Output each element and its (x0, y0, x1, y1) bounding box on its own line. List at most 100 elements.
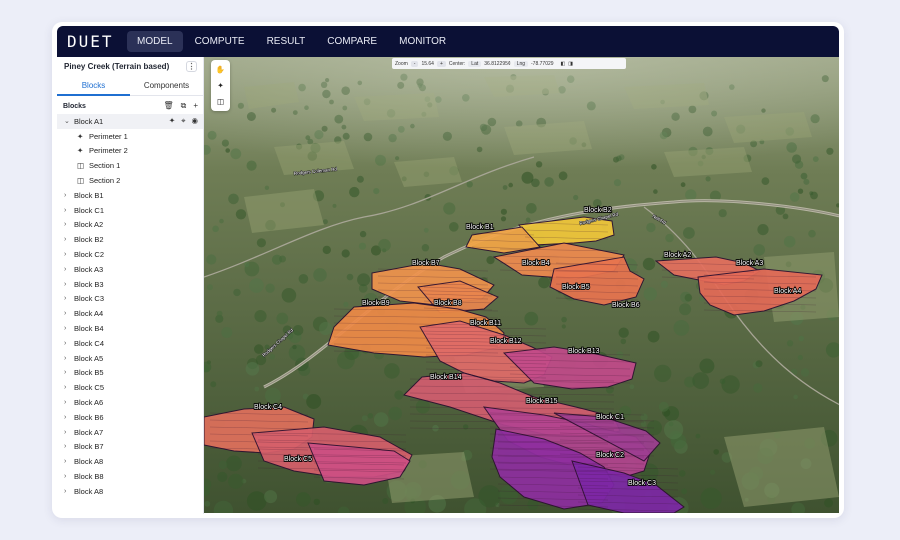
chevron-right-icon[interactable]: › (64, 207, 74, 214)
chevron-right-icon[interactable]: › (64, 266, 74, 273)
perimeter-icon: ✦ (77, 131, 84, 141)
tree-item-label: Block C2 (74, 250, 105, 260)
tree-item-label: Block C5 (74, 383, 105, 393)
tree-item-block[interactable]: › Block B8 (57, 469, 203, 484)
tree-child-section-2[interactable]: ◫ Section 2 (57, 173, 203, 188)
chevron-right-icon[interactable]: › (64, 355, 74, 362)
chevron-down-icon[interactable]: ⌄ (64, 117, 74, 125)
chevron-right-icon[interactable]: › (64, 429, 74, 436)
chevron-right-icon[interactable]: › (64, 251, 74, 258)
chevron-right-icon[interactable]: › (64, 295, 74, 302)
main-nav: MODEL COMPUTE RESULT COMPARE MONITOR (127, 31, 456, 52)
split-view-icon[interactable]: ◧ (561, 61, 566, 67)
blocks-header-label: Blocks (63, 102, 86, 110)
tree-item-block[interactable]: › Block A8 (57, 454, 203, 469)
nav-result[interactable]: RESULT (257, 31, 316, 52)
zoom-label: Zoom (395, 60, 408, 67)
zoom-value: 15.64 (421, 60, 434, 67)
kebab-menu-icon[interactable]: ⋮ (186, 60, 197, 72)
tree-item-block[interactable]: › Block A2 (57, 218, 203, 233)
chevron-right-icon[interactable]: › (64, 310, 74, 317)
chevron-right-icon[interactable]: › (64, 192, 74, 199)
tree-item-block[interactable]: › Block B6 (57, 410, 203, 425)
layer-toggle-icon[interactable]: ◨ (568, 61, 573, 67)
tree-item-block[interactable]: › Block A3 (57, 262, 203, 277)
tree-child-perimeter-2[interactable]: ✦ Perimeter 2 (57, 144, 203, 159)
tree-child-section-1[interactable]: ◫ Section 1 (57, 158, 203, 173)
lat-value[interactable]: 36.812295¢ (484, 61, 510, 67)
center-label: Center: (448, 60, 466, 67)
block-map-label: Block B15 (526, 398, 558, 405)
tree-item-block[interactable]: › Block B7 (57, 440, 203, 455)
chevron-right-icon[interactable]: › (64, 236, 74, 243)
grid-icon[interactable]: ◫ (217, 97, 224, 106)
copy-icon[interactable]: ⧉ (181, 101, 187, 111)
duet-logo: DUET (67, 32, 114, 51)
tree-item-block[interactable]: › Block A8 (57, 484, 203, 499)
chevron-right-icon[interactable]: › (64, 340, 74, 347)
lng-value[interactable]: -78.77029 (531, 61, 554, 67)
chevron-right-icon[interactable]: › (64, 414, 74, 421)
eye-icon[interactable]: ◉ (191, 116, 198, 126)
chevron-right-icon[interactable]: › (64, 325, 74, 332)
nav-model[interactable]: MODEL (127, 31, 183, 52)
tree-item-label: Block B7 (74, 442, 104, 452)
tree-item-block[interactable]: › Block B3 (57, 277, 203, 292)
block-map-label: Block B13 (568, 348, 600, 355)
tree-item-block[interactable]: › Block A5 (57, 351, 203, 366)
tree-item-block[interactable]: › Block A6 (57, 395, 203, 410)
trash-icon[interactable]: 🗑 (163, 101, 173, 111)
tree-item-block[interactable]: › Block C4 (57, 336, 203, 351)
tree-item-block[interactable]: › Block C1 (57, 203, 203, 218)
plus-icon[interactable]: + (193, 101, 198, 111)
lat-label: Lat (468, 60, 482, 67)
tree-item-block[interactable]: › Block A7 (57, 425, 203, 440)
chevron-right-icon[interactable]: › (64, 443, 74, 450)
tree-item-block[interactable]: › Block B4 (57, 321, 203, 336)
chevron-right-icon[interactable]: › (64, 384, 74, 391)
tree-item-block[interactable]: › Block A4 (57, 306, 203, 321)
map-toolbar: ✋ ✦ ◫ (211, 60, 230, 111)
chevron-right-icon[interactable]: › (64, 399, 74, 406)
zoom-out-button[interactable]: - (410, 60, 419, 67)
chevron-right-icon[interactable]: › (64, 473, 74, 480)
pin-edit-icon[interactable]: ✦ (169, 116, 175, 126)
project-header: Piney Creek (Terrain based) ⋮ (57, 57, 203, 75)
tree-item-label: Block B6 (74, 412, 104, 422)
tree-item-label: Block A6 (74, 398, 104, 408)
chevron-right-icon[interactable]: › (64, 458, 74, 465)
chevron-right-icon[interactable]: › (64, 369, 74, 376)
block-map-label: Block B12 (490, 338, 522, 345)
tree-item-block[interactable]: › Block C5 (57, 380, 203, 395)
block-map-label: Block B4 (522, 260, 550, 267)
tree-item-label: Block B4 (74, 324, 104, 334)
tree-item-block[interactable]: › Block C2 (57, 247, 203, 262)
tab-components[interactable]: Components (130, 76, 203, 96)
section-icon: ◫ (77, 161, 85, 171)
tree-item-label: Block B3 (74, 279, 104, 289)
tree-item-block[interactable]: › Block B2 (57, 232, 203, 247)
nav-compare[interactable]: COMPARE (317, 31, 387, 52)
block-map-label: Block A2 (664, 252, 691, 259)
nav-monitor[interactable]: MONITOR (389, 31, 456, 52)
chevron-right-icon[interactable]: › (64, 488, 74, 495)
tree-child-perimeter-1[interactable]: ✦ Perimeter 1 (57, 129, 203, 144)
blocks-header-actions: 🗑 ⧉ + (163, 101, 198, 111)
chevron-right-icon[interactable]: › (64, 281, 74, 288)
block-a1-actions: ✦ ⌖ ◉ (169, 116, 198, 126)
pointer-icon[interactable]: ✦ (217, 81, 223, 90)
map-viewport[interactable]: Block B2 Block B1 Block B4 Block B7 Block B5… (204, 57, 839, 513)
tree-item-label: Block A5 (74, 353, 104, 363)
zoom-to-icon[interactable]: ⌖ (181, 116, 185, 126)
chevron-right-icon[interactable]: › (64, 221, 74, 228)
nav-compute[interactable]: COMPUTE (185, 31, 255, 52)
terrain-map[interactable]: Block B2 Block B1 Block B4 Block B7 Block B5… (204, 57, 839, 513)
hand-icon[interactable]: ✋ (216, 65, 225, 74)
tree-item-block[interactable]: › Block B5 (57, 366, 203, 381)
block-map-label: Block A3 (736, 260, 763, 267)
tree-item-block[interactable]: › Block C3 (57, 292, 203, 307)
tab-blocks[interactable]: Blocks (57, 76, 130, 96)
tree-item-block-a1[interactable]: ⌄ Block A1 ✦ ⌖ ◉ (57, 114, 203, 129)
zoom-in-button[interactable]: + (436, 60, 446, 67)
tree-item-block[interactable]: › Block B1 (57, 188, 203, 203)
